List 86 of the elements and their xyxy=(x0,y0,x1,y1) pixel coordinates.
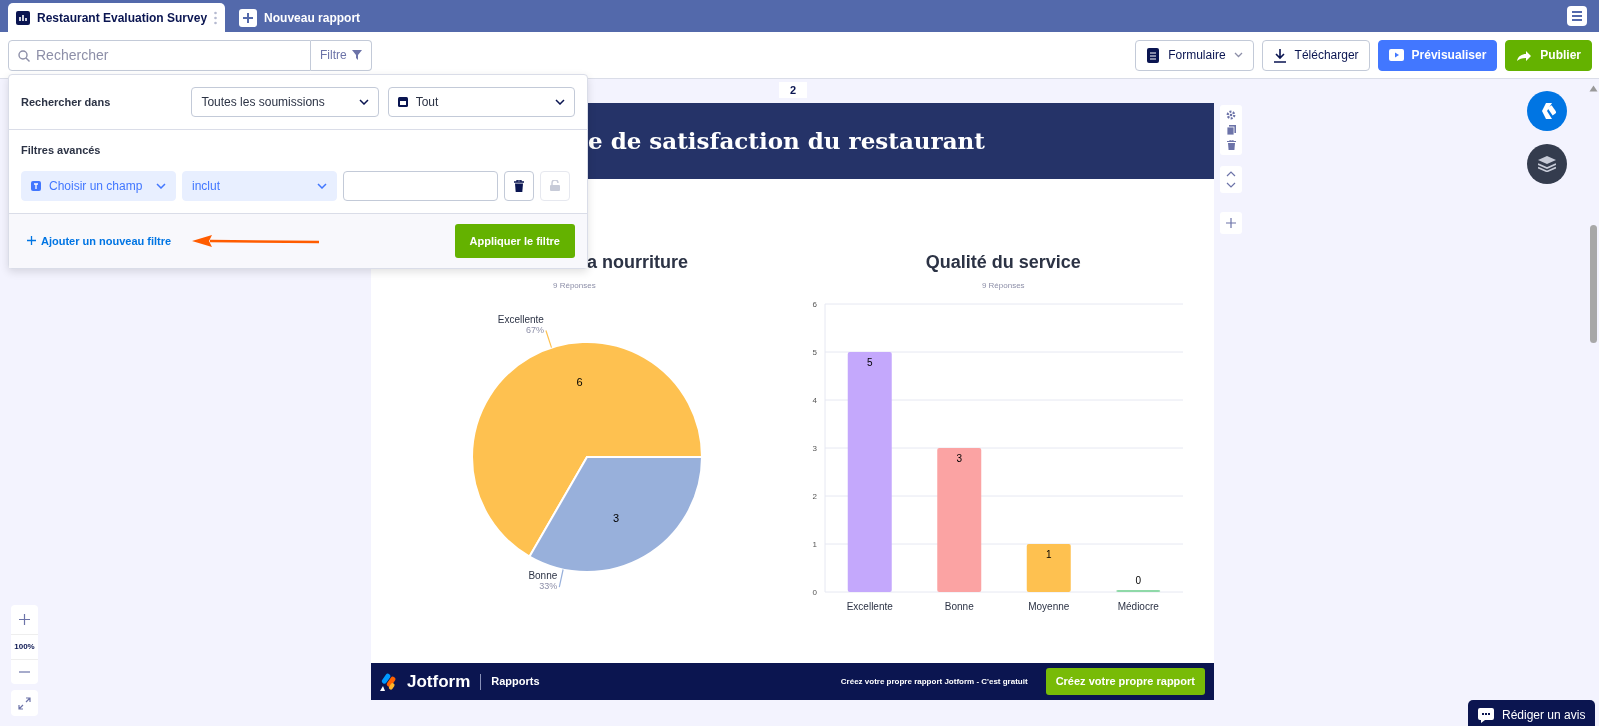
delete-button[interactable] xyxy=(504,170,534,201)
chart-title: Qualité du service xyxy=(925,251,1081,274)
download-icon xyxy=(1272,47,1287,63)
axis-tick-label: 1 xyxy=(812,540,818,549)
bar-chart-icon xyxy=(16,10,30,25)
plus-icon xyxy=(1225,217,1237,229)
filter-button[interactable]: Filtre xyxy=(311,39,372,71)
slice-value: 6 xyxy=(576,376,583,389)
menu-icon[interactable] xyxy=(1567,6,1587,26)
settings-icon xyxy=(1226,110,1236,120)
toolbar-button[interactable]: Formulaire xyxy=(1135,39,1254,71)
trash-icon xyxy=(514,179,524,192)
scroll-up-icon xyxy=(1589,85,1598,92)
review-button[interactable]: Rédiger un avis xyxy=(1468,700,1596,726)
leader-line xyxy=(558,568,564,588)
expand-icon xyxy=(18,696,31,710)
axis-tick-label: 0 xyxy=(812,588,818,597)
slice-label: Bonne xyxy=(528,570,558,582)
dropdown[interactable]: inclut xyxy=(182,170,337,201)
bar-value: 3 xyxy=(956,453,963,464)
more-icon xyxy=(214,10,218,25)
caret-icon xyxy=(1233,52,1243,58)
dropdown[interactable]: Toutes les soumissions xyxy=(191,87,379,117)
axis-tick-label: 2 xyxy=(812,492,818,501)
fullscreen-button[interactable] xyxy=(11,690,38,716)
lock-icon xyxy=(550,180,560,191)
add-filter-link[interactable]: Ajouter un nouveau filtre xyxy=(27,232,172,249)
product-name: Rapports xyxy=(491,674,540,690)
toolbar-button[interactable]: Télécharger xyxy=(1261,39,1370,71)
search-field[interactable]: Rechercher xyxy=(8,39,311,71)
tab[interactable]: Restaurant Evaluation Survey xyxy=(8,3,226,32)
bar-value: 1 xyxy=(1046,549,1052,560)
layers-icon xyxy=(1538,156,1556,172)
response-count: 9 Réponses xyxy=(553,280,596,292)
field-label: Rechercher dans xyxy=(21,94,112,110)
scrollbar-thumb[interactable] xyxy=(1590,225,1597,343)
logo-icon xyxy=(380,672,397,691)
promo-text: Créez votre propre rapport Jotform - C'est gratuit xyxy=(840,675,1028,688)
comment-icon xyxy=(1478,707,1494,723)
section-label: Filtres avancés xyxy=(21,143,102,158)
slice-value: 3 xyxy=(613,512,620,525)
calendar-icon xyxy=(397,97,408,107)
axis-category-label: Bonne xyxy=(945,601,974,612)
axis-tick-label: 5 xyxy=(812,348,818,357)
axis-category-label: Excellente xyxy=(846,601,894,612)
brand-name: Jotform xyxy=(407,670,471,693)
dropdown[interactable]: Tout xyxy=(387,87,575,117)
axis-category-label: Médiocre xyxy=(1117,601,1160,612)
caret-icon xyxy=(156,182,166,189)
form-icon xyxy=(1146,47,1161,63)
response-count: 9 Réponses xyxy=(981,280,1025,292)
caret-icon xyxy=(358,99,369,105)
search-icon xyxy=(18,49,30,62)
plus-icon xyxy=(239,8,258,27)
slice-percent: 67% xyxy=(526,324,545,335)
axis-tick-label: 6 xyxy=(812,300,818,309)
leader-line xyxy=(545,329,553,349)
filter-icon xyxy=(351,50,362,60)
bar-value: 5 xyxy=(867,357,873,368)
chevron-down-icon xyxy=(1226,182,1236,188)
axis-tick-label: 3 xyxy=(812,444,818,453)
toolbar-button[interactable]: Publier xyxy=(1505,39,1592,71)
tab[interactable]: Nouveau rapport xyxy=(231,3,369,32)
slice-label: Excellente xyxy=(498,313,545,325)
play-icon xyxy=(1388,49,1404,61)
axis-tick-label: 4 xyxy=(812,396,818,405)
axis-category-label: Moyenne xyxy=(1028,601,1070,612)
bar xyxy=(1027,544,1071,592)
bar-value: 0 xyxy=(1135,575,1142,586)
chevron-up-icon xyxy=(1226,171,1236,177)
dropdown[interactable]: Choisir un champ xyxy=(21,170,176,201)
toolbar-button[interactable]: Prévisualiser xyxy=(1377,39,1498,71)
copy-icon xyxy=(1226,125,1236,135)
chart-title: a nourriture xyxy=(587,251,688,274)
page-number: 2 xyxy=(779,82,807,98)
plus-icon xyxy=(27,236,36,246)
zoom-in-icon[interactable] xyxy=(19,614,30,625)
zoom-level: 100% xyxy=(11,634,38,660)
apply-filter-button[interactable]: Appliquer le filtre xyxy=(454,223,575,258)
input-field[interactable] xyxy=(343,170,498,201)
caret-icon xyxy=(317,182,327,189)
slice-percent: 33% xyxy=(539,581,558,592)
caret-icon xyxy=(555,99,565,105)
report-title: e de satisfaction du restaurant xyxy=(588,125,985,156)
text-field-icon xyxy=(31,180,41,191)
trash-icon xyxy=(1226,140,1236,150)
